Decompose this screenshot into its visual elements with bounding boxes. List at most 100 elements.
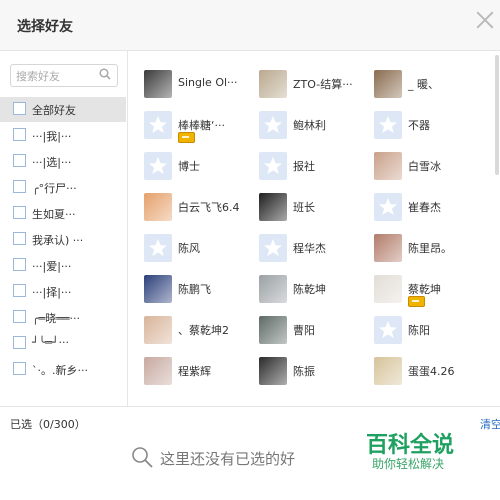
group-label: ┘╰═┘··· — [32, 336, 69, 349]
friend-name: 曹阳 — [293, 324, 315, 337]
friend-item[interactable]: 崔春杰 — [358, 191, 472, 231]
friend-item[interactable]: 鲍林利 — [243, 109, 357, 149]
group-checkbox[interactable] — [13, 336, 26, 349]
group-label: ···|我|··· — [32, 130, 72, 143]
selected-count: 已选（0/300） — [10, 418, 86, 431]
friend-item[interactable]: 白雪冰 — [358, 150, 472, 190]
group-checkbox[interactable] — [13, 154, 26, 167]
group-item[interactable]: ╭°行尸··· — [0, 175, 126, 200]
group-item[interactable]: ╭═晓══··· — [0, 305, 126, 330]
friend-item[interactable]: _ 暖、 — [358, 68, 472, 108]
default-avatar-icon — [144, 111, 172, 139]
vip-badge-icon — [178, 132, 195, 143]
avatar — [374, 234, 402, 262]
friend-name: 报社 — [293, 160, 315, 173]
group-label: `·。.新乡··· — [32, 364, 88, 377]
friend-name: 、蔡乾坤2 — [178, 324, 229, 337]
avatar — [259, 316, 287, 344]
friend-item[interactable]: 程紫辉 — [128, 355, 242, 395]
group-checkbox[interactable] — [13, 232, 26, 245]
group-label: 全部好友 — [32, 104, 76, 117]
friend-name: 陈鹏飞 — [178, 283, 211, 296]
watermark-subtitle: 助你轻松解决 — [372, 457, 445, 471]
empty-selection-text: 这里还没有已选的好 — [160, 450, 296, 468]
friend-name: 陈里昂。 — [408, 242, 452, 255]
default-avatar-icon — [144, 152, 172, 180]
friend-name: 陈乾坤 — [293, 283, 326, 296]
group-item[interactable]: ···|择|··· — [0, 279, 126, 304]
group-checkbox[interactable] — [13, 258, 26, 271]
group-panel: 全部好友 ···|我|··· ···|选|··· ╭°行尸··· 生如夏··· 我承认) … — [0, 51, 128, 406]
avatar — [144, 357, 172, 385]
friend-name: Single Ol··· — [178, 76, 238, 89]
group-checkbox[interactable] — [13, 284, 26, 297]
avatar — [144, 193, 172, 221]
group-label: 生如夏··· — [32, 208, 76, 221]
friend-item[interactable]: 、蔡乾坤2 — [128, 314, 242, 354]
search-icon[interactable] — [99, 68, 111, 80]
group-checkbox[interactable] — [13, 102, 26, 115]
default-avatar-icon — [374, 193, 402, 221]
group-checkbox[interactable] — [13, 128, 26, 141]
friend-item[interactable]: 蛋蛋4.26 — [358, 355, 472, 395]
friend-name: 棒棒糖‘··· — [178, 119, 225, 132]
friend-name: 程华杰 — [293, 242, 326, 255]
friend-item[interactable]: 白云飞飞6.4 — [128, 191, 242, 231]
group-label: ···|爱|··· — [32, 260, 72, 273]
friend-item[interactable]: 陈风 — [128, 232, 242, 272]
friend-item[interactable]: 陈阳 — [358, 314, 472, 354]
friend-name: 班长 — [293, 201, 315, 214]
avatar — [259, 275, 287, 303]
group-item[interactable]: ···|选|··· — [0, 149, 126, 174]
friend-item[interactable]: Single Ol··· — [128, 68, 242, 108]
friend-name: 白雪冰 — [408, 160, 441, 173]
group-item[interactable]: ┘╰═┘··· — [0, 331, 126, 356]
friend-item[interactable]: 蔡乾坤 — [358, 273, 472, 313]
friend-name: 不器 — [408, 119, 430, 132]
group-checkbox[interactable] — [13, 180, 26, 193]
friend-item[interactable]: 不器 — [358, 109, 472, 149]
friend-name: 陈阳 — [408, 324, 430, 337]
avatar — [144, 316, 172, 344]
avatar — [259, 70, 287, 98]
group-item[interactable]: 我承认) ··· — [0, 227, 126, 252]
vip-badge-icon — [408, 296, 425, 307]
friend-item[interactable]: 报社 — [243, 150, 357, 190]
friend-item[interactable]: ZTO-结算··· — [243, 68, 357, 108]
group-item[interactable]: `·。.新乡··· — [0, 357, 126, 382]
search-box[interactable] — [10, 64, 118, 87]
group-item[interactable]: 生如夏··· — [0, 201, 126, 226]
friend-item[interactable]: 陈乾坤 — [243, 273, 357, 313]
group-checkbox[interactable] — [13, 362, 26, 375]
magnifier-icon — [132, 447, 153, 468]
friend-item[interactable]: 程华杰 — [243, 232, 357, 272]
group-item[interactable]: 全部好友 — [0, 97, 126, 122]
group-label: ╭°行尸··· — [32, 182, 77, 195]
scrollbar[interactable] — [494, 51, 500, 406]
group-label: 我承认) ··· — [32, 234, 84, 247]
friend-item[interactable]: 棒棒糖‘··· — [128, 109, 242, 149]
friend-item[interactable]: 曹阳 — [243, 314, 357, 354]
group-item[interactable]: ···|我|··· — [0, 123, 126, 148]
default-avatar-icon — [259, 152, 287, 180]
group-checkbox[interactable] — [13, 206, 26, 219]
friend-name: 博士 — [178, 160, 200, 173]
group-checkbox[interactable] — [13, 310, 26, 323]
friend-name: ZTO-结算··· — [293, 78, 353, 91]
friend-item[interactable]: 陈鹏飞 — [128, 273, 242, 313]
default-avatar-icon — [374, 111, 402, 139]
friend-item[interactable]: 陈振 — [243, 355, 357, 395]
avatar — [259, 193, 287, 221]
avatar — [374, 70, 402, 98]
footer: 已选（0/300） 清空 这里还没有已选的好 百科全说 助你轻松解决 — [0, 406, 500, 500]
friend-name: 蛋蛋4.26 — [408, 365, 455, 378]
friend-item[interactable]: 陈里昂。 — [358, 232, 472, 272]
default-avatar-icon — [144, 234, 172, 262]
search-input[interactable] — [16, 68, 96, 84]
friend-item[interactable]: 班长 — [243, 191, 357, 231]
friend-item[interactable]: 博士 — [128, 150, 242, 190]
default-avatar-icon — [259, 234, 287, 262]
close-icon[interactable] — [474, 8, 496, 32]
group-item[interactable]: ···|爱|··· — [0, 253, 126, 278]
clear-link[interactable]: 清空 — [480, 416, 500, 432]
